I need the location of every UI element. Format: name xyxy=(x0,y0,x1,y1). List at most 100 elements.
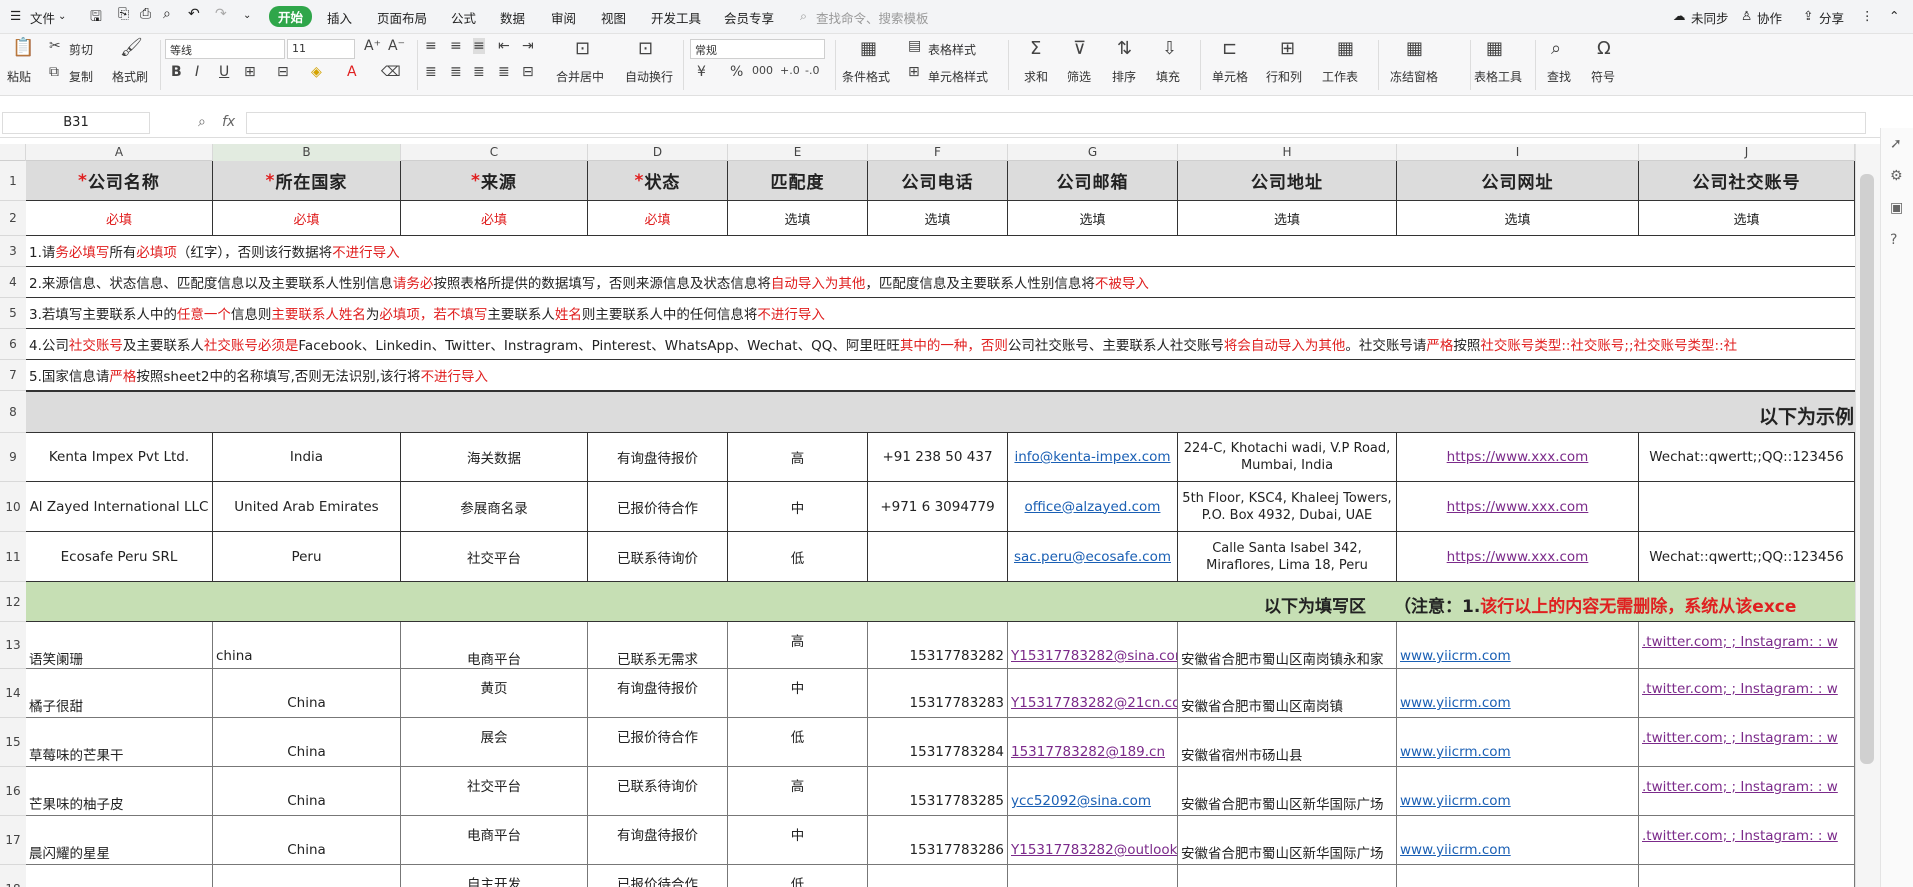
example-status-cell[interactable]: 已联系待询价 xyxy=(588,532,728,582)
data-country-cell[interactable]: China xyxy=(213,816,401,865)
tab-review[interactable]: 审阅 xyxy=(551,8,576,27)
data-match-cell[interactable]: 高 xyxy=(728,622,868,669)
example-name-cell[interactable]: Kenta Impex Pvt Ltd. xyxy=(26,433,213,482)
font-shrink-icon[interactable]: A⁻ xyxy=(388,38,405,54)
indent-increase-icon[interactable]: ⇥ xyxy=(522,38,534,54)
example-email-cell[interactable]: office@alzayed.com xyxy=(1008,482,1178,532)
conditional-format-button[interactable]: 条件格式 xyxy=(842,68,890,85)
data-web-cell[interactable]: www.yiicrm.com xyxy=(1397,622,1639,669)
data-source-cell[interactable]: 展会 xyxy=(401,718,588,767)
worksheet-icon[interactable]: ▦ xyxy=(1337,39,1354,59)
data-source-cell[interactable]: 电商平台 xyxy=(401,816,588,865)
instruction-note[interactable]: 4.公司 社交账号 及主要联系人 社交账号必须是 Facebook、Linkedin、T… xyxy=(26,329,1855,360)
select-all-corner[interactable] xyxy=(0,144,26,161)
data-source-cell[interactable]: 电商平台 xyxy=(401,622,588,669)
data-web-cell[interactable]: www.yiicrm.com xyxy=(1397,767,1639,816)
instruction-note[interactable]: 2.来源信息、状态信息、匹配度信息以及主要联系人性别信息 请务必 按照表格所提供的数… xyxy=(26,267,1855,298)
data-phone-cell[interactable]: 15317783283 xyxy=(868,669,1008,718)
example-name-cell[interactable]: Al Zayed International LLC xyxy=(26,482,213,532)
chevron-down-icon[interactable]: ⌄ xyxy=(58,11,66,22)
cell-button[interactable]: 单元格 xyxy=(1212,68,1248,85)
data-address-cell[interactable]: 安徽省合肥市蜀山区新华国际广场 xyxy=(1178,816,1397,865)
collab-button[interactable]: 协作 xyxy=(1757,8,1782,27)
data-status-cell[interactable]: 已报价待合作 xyxy=(588,718,728,767)
column-header-e[interactable]: E xyxy=(728,144,868,161)
example-name-cell[interactable]: Ecosafe Peru SRL xyxy=(26,532,213,582)
requirement-cell[interactable]: 选填 xyxy=(868,201,1008,236)
column-header-a[interactable]: A xyxy=(26,144,213,161)
wrap-text-icon[interactable]: ⊡ xyxy=(638,39,653,59)
row-header-13[interactable]: 13 xyxy=(0,622,26,669)
decimal-decrease-icon[interactable]: -.0 xyxy=(805,64,819,77)
distribute-icon[interactable]: ⊟ xyxy=(522,64,534,80)
data-match-cell[interactable]: 中 xyxy=(728,816,868,865)
data-match-cell[interactable]: 中 xyxy=(728,669,868,718)
cut-button[interactable]: 剪切 xyxy=(69,41,93,58)
clear-icon[interactable]: ⌫ xyxy=(381,64,401,80)
sort-icon[interactable]: ⇅ xyxy=(1117,39,1132,59)
sum-icon[interactable]: Σ xyxy=(1030,39,1041,59)
instruction-note[interactable]: 5.国家信息请 严格 按照sheet2中的名称填写,否则无法识别,该行将 不进行导入 xyxy=(26,360,1855,391)
border-icon[interactable]: ⊞ xyxy=(244,64,256,80)
data-social-cell[interactable]: .twitter.com; ; Instagram: : w xyxy=(1639,718,1855,767)
align-left-icon[interactable]: ≣ xyxy=(425,64,437,80)
fx-icon[interactable]: fx xyxy=(222,114,235,130)
copy-button[interactable]: 复制 xyxy=(69,68,93,85)
print-preview-icon[interactable]: ⌕ xyxy=(163,6,171,22)
row-header-16[interactable]: 16 xyxy=(0,767,26,816)
merge-style-icon[interactable]: ⊟ xyxy=(277,64,289,80)
row-header-2[interactable]: 2 xyxy=(0,201,26,236)
data-phone-cell[interactable]: 15317783286 xyxy=(868,816,1008,865)
sync-status[interactable]: 未同步 xyxy=(1691,8,1729,27)
data-address-cell[interactable] xyxy=(1178,865,1397,887)
data-match-cell[interactable]: 低 xyxy=(728,865,868,887)
decimal-increase-icon[interactable]: +.0 xyxy=(780,64,800,77)
example-address-cell[interactable]: 5th Floor, KSC4, Khaleej Towers, P.O. Bo… xyxy=(1178,482,1397,532)
wrap-text-button[interactable]: 自动换行 xyxy=(625,68,673,85)
data-name-cell[interactable]: 晨闪耀的星星 xyxy=(26,816,213,865)
row-header-4[interactable]: 4 xyxy=(0,267,26,298)
data-social-cell[interactable]: .twitter.com; ; Instagram: : w xyxy=(1639,669,1855,718)
paste-icon[interactable]: 📋 xyxy=(12,38,34,58)
merge-center-button[interactable]: 合并居中 xyxy=(556,68,604,85)
column-header-c[interactable]: C xyxy=(401,144,588,161)
fill-button[interactable]: 填充 xyxy=(1156,68,1180,85)
sheet-grid[interactable]: 123456789101112131415161718*公司名称*所在国家*来源… xyxy=(0,161,1855,887)
align-bottom-icon[interactable]: ≡ xyxy=(473,38,485,54)
data-web-cell[interactable]: www.yiicrm.com xyxy=(1397,816,1639,865)
row-header-10[interactable]: 10 xyxy=(0,482,26,532)
column-header-j[interactable]: J xyxy=(1639,144,1855,161)
data-social-cell[interactable]: .twitter.com; ; Instagram: : w xyxy=(1639,816,1855,865)
justify-icon[interactable]: ≣ xyxy=(498,64,510,80)
command-search[interactable]: 查找命令、搜索模板 xyxy=(816,8,929,27)
row-header-1[interactable]: 1 xyxy=(0,161,26,201)
row-header-7[interactable]: 7 xyxy=(0,360,26,391)
data-status-cell[interactable]: 有询盘待报价 xyxy=(588,816,728,865)
requirement-cell[interactable]: 必填 xyxy=(26,201,213,236)
file-menu[interactable]: 文件 xyxy=(30,8,55,27)
data-email-cell[interactable]: Y15317783282@outlook.com xyxy=(1008,816,1178,865)
example-social-cell[interactable]: Wechat::qwertt;;QQ::123456 xyxy=(1639,532,1855,582)
row-header-5[interactable]: 5 xyxy=(0,298,26,329)
example-social-cell[interactable] xyxy=(1639,482,1855,532)
row-header-11[interactable]: 11 xyxy=(0,532,26,582)
format-painter-button[interactable]: 格式刷 xyxy=(112,68,148,85)
table-style-button[interactable]: 表格样式 xyxy=(928,41,976,58)
number-format-select[interactable]: 常规 xyxy=(690,39,825,59)
requirement-cell[interactable]: 选填 xyxy=(1178,201,1397,236)
row-header-12[interactable]: 12 xyxy=(0,582,26,622)
bold-icon[interactable]: B xyxy=(171,64,182,80)
percent-icon[interactable]: % xyxy=(730,64,743,80)
help-icon[interactable]: ? xyxy=(1890,232,1897,248)
data-name-cell[interactable]: 橘子很甜 xyxy=(26,669,213,718)
data-address-cell[interactable]: 安徽省合肥市蜀山区南岗镇 xyxy=(1178,669,1397,718)
name-box[interactable]: B31 xyxy=(2,112,150,134)
collapse-ribbon-icon[interactable]: ⌃ xyxy=(1889,8,1899,23)
currency-icon[interactable]: ¥ xyxy=(697,64,706,80)
data-status-cell[interactable]: 已联系无需求 xyxy=(588,622,728,669)
row-header-9[interactable]: 9 xyxy=(0,433,26,482)
symbol-icon[interactable]: Ω xyxy=(1597,39,1611,59)
example-match-cell[interactable]: 中 xyxy=(728,482,868,532)
data-name-cell[interactable]: 语笑阑珊 xyxy=(26,622,213,669)
row-header-17[interactable]: 17 xyxy=(0,816,26,865)
